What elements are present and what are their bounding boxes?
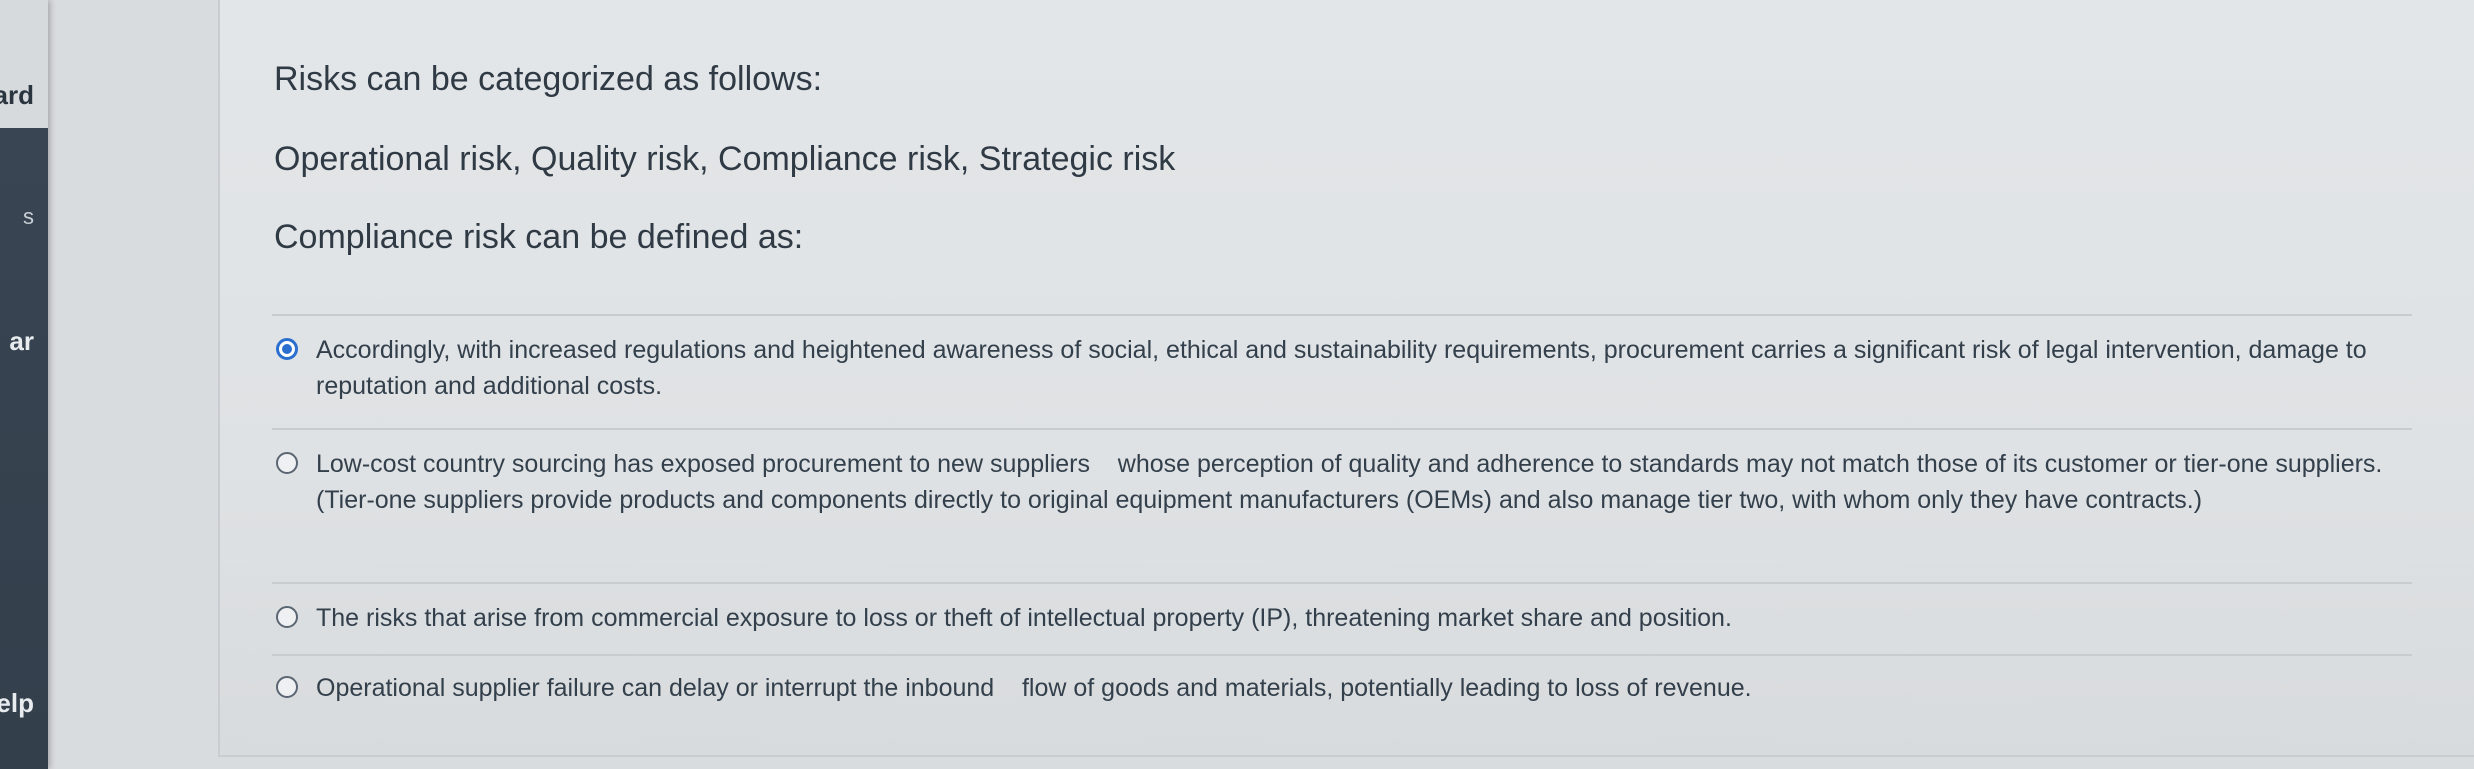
radio-icon[interactable]: [276, 606, 298, 628]
divider: [272, 582, 2412, 584]
answer-option-text: Operational supplier failure can delay o…: [316, 674, 1752, 702]
sidebar-item-dashboard[interactable]: ard: [0, 0, 48, 128]
divider: [272, 428, 2412, 430]
divider: [272, 314, 2412, 316]
answer-option[interactable]: Operational supplier failure can delay o…: [276, 670, 2416, 706]
radio-selected-icon[interactable]: [276, 338, 298, 360]
answer-option[interactable]: The risks that arise from commercial exp…: [276, 600, 2416, 636]
answer-option[interactable]: Low-cost country sourcing has exposed pr…: [276, 446, 2416, 518]
sidebar-item-label: elp: [0, 688, 34, 718]
question-panel: Risks can be categorized as follows: Ope…: [218, 0, 2474, 757]
divider: [272, 654, 2412, 656]
radio-icon[interactable]: [276, 452, 298, 474]
answer-option-text: Accordingly, with increased regulations …: [316, 336, 2367, 400]
question-categories: Operational risk, Quality risk, Complian…: [274, 140, 1176, 178]
left-nav: ard s ar elp: [0, 0, 48, 769]
answer-option-text: Low-cost country sourcing has exposed pr…: [316, 450, 2390, 514]
sidebar-item-label: ar: [9, 326, 34, 356]
answer-option[interactable]: Accordingly, with increased regulations …: [276, 332, 2416, 404]
sidebar-item-label: ard: [0, 80, 34, 110]
radio-icon[interactable]: [276, 676, 298, 698]
answer-option-text: The risks that arise from commercial exp…: [316, 604, 1732, 632]
sidebar-item-label: s: [23, 204, 34, 229]
sidebar-item-courses[interactable]: s: [0, 190, 48, 250]
question-intro: Risks can be categorized as follows:: [274, 60, 823, 98]
sidebar-item-calendar[interactable]: ar: [0, 318, 48, 378]
question-prompt: Compliance risk can be defined as:: [274, 218, 804, 256]
sidebar-item-help[interactable]: elp: [0, 680, 48, 740]
